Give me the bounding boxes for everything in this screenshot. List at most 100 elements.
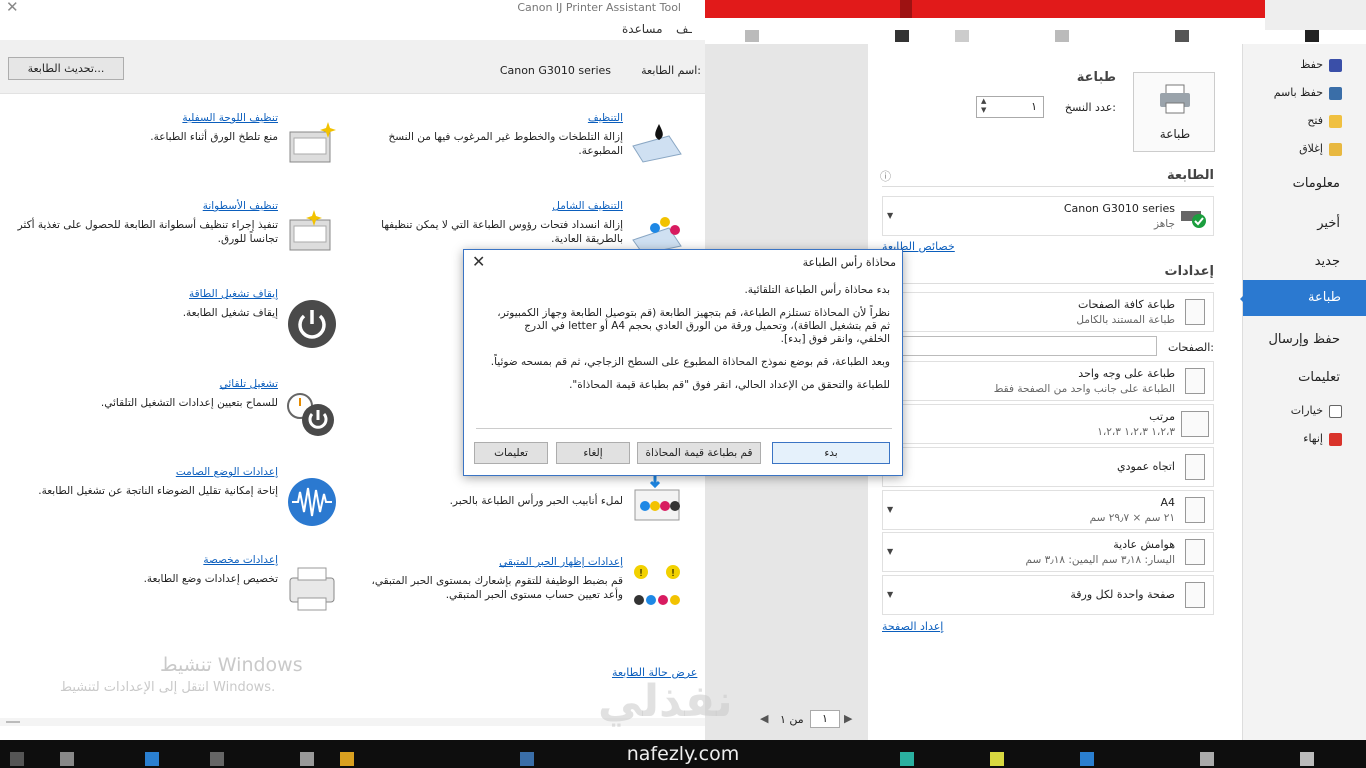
function-title[interactable]: تنظيف اللوحة السفلية [182, 112, 278, 124]
function-custom-settings[interactable]: إعدادات مخصصة تخصيص إعدادات وضع الطابعة. [0, 554, 340, 626]
function-title[interactable]: إعدادات إظهار الحبر المتبقي [499, 556, 623, 568]
quiet-mode-icon [288, 478, 336, 526]
function-ink-level[interactable]: !! إعدادات إظهار الحبر المتبقي قم بضبط ا… [345, 556, 685, 628]
function-title[interactable]: التنظيف [588, 112, 623, 124]
function-quiet-mode[interactable]: إعدادات الوضع الصامت إتاحة إمكانية تقليل… [0, 466, 340, 538]
function-power-off[interactable]: إيقاف تشغيل الطاقة إيقاف تشغيل الطابعة. [0, 288, 340, 360]
power-icon [288, 300, 336, 348]
function-ink-flush[interactable]: لملء أنابيب الحبر ورأس الطباعة بالحبر. [345, 476, 685, 548]
function-auto-power[interactable]: تشغيل تلقائي للسماح بتعيين إعدادات التشغ… [0, 378, 340, 450]
scrollbar-thumb[interactable] [6, 721, 20, 723]
print-alignment-value-button[interactable]: قم بطباعة قيمة المحاذاة [637, 442, 761, 464]
nav-selection-arrow [1240, 290, 1249, 308]
one-sided-icon [1185, 368, 1205, 394]
function-roller[interactable]: تنظيف الأسطوانة تنفيذ إجراء تنظيف أسطوان… [0, 200, 340, 272]
paper-icon [1185, 497, 1205, 523]
nav-save-send[interactable]: حفظ وإرسال [1268, 332, 1340, 347]
copies-input[interactable]: ١ ▲ ▼ [976, 96, 1044, 118]
print-button-label: طباعة [1159, 127, 1191, 141]
margins-dropdown[interactable]: هوامش عادية اليسار: ٣٫١٨ سم اليمين: ٣٫١٨… [882, 532, 1214, 572]
close-icon[interactable]: ✕ [6, 0, 19, 16]
dialog-title: محاذاة رأس الطباعة [802, 256, 896, 269]
nav-save-as[interactable]: حفظ باسم [1274, 86, 1342, 100]
menu-file[interactable]: ـف [676, 22, 692, 36]
info-icon[interactable]: ⓘ [880, 168, 891, 184]
function-desc: إتاحة إمكانية تقليل الضوضاء الناتجة عن ت… [38, 485, 278, 497]
menu-bar: ـف مساعدة [0, 20, 705, 40]
start-button[interactable]: بدء [772, 442, 890, 464]
pages-per-sheet-dropdown[interactable]: صفحة واحدة لكل ورقة ▼ [882, 575, 1214, 615]
function-title[interactable]: إعدادات مخصصة [203, 554, 278, 566]
printer-dropdown[interactable]: Canon G3010 series جاهز ▼ [882, 196, 1214, 236]
help-button[interactable]: تعليمات [474, 442, 548, 464]
printer-heading: الطابعة [1167, 168, 1214, 183]
divider [476, 428, 892, 429]
nav-save[interactable]: حفظ [1300, 58, 1342, 72]
dialog-line: للطباعة والتحقق من الإعداد الحالي، انقر … [569, 379, 890, 391]
orientation-dropdown[interactable]: اتجاه عمودي [882, 447, 1214, 487]
function-desc: منع تلطخ الورق أثناء الطباعة. [150, 131, 278, 143]
ink-level-icon: !! [634, 565, 680, 605]
collated-icon [1181, 411, 1209, 437]
close-document-icon [1329, 142, 1342, 156]
nav-options[interactable]: خيارات [1291, 404, 1342, 418]
function-desc: إزالة انسداد فتحات رؤوس الطباعة التي لا … [381, 219, 623, 245]
print-range-dropdown[interactable]: طباعة كافة الصفحات طباعة المستند بالكامل [882, 292, 1214, 332]
save-icon [1329, 58, 1342, 72]
sides-dropdown[interactable]: طباعة على وجه واحد الطباعة على جانب واحد… [882, 361, 1214, 401]
collation-dropdown[interactable]: مرتب ١،٢،٣ ١،٢،٣ ١،٢،٣ [882, 404, 1214, 444]
printer-name-value: Canon G3010 series [499, 64, 611, 77]
spinner-icon[interactable]: ▲ ▼ [981, 97, 986, 115]
function-cleaning[interactable]: التنظيف إزالة التلطخات والخطوط غير المرغ… [345, 112, 685, 184]
activate-windows-title: تنشيط Windows [160, 654, 303, 676]
settings-heading: إعدادات [1164, 264, 1215, 279]
nav-exit[interactable]: إنهاء [1303, 432, 1342, 446]
function-desc: للسماح بتعيين إعدادات التشغيل التلقائي. [100, 397, 278, 409]
watermark-logo: نفذلي [598, 676, 733, 727]
function-desc: تخصيص إعدادات وضع الطابعة. [143, 573, 278, 585]
next-page-icon[interactable]: ▶ [844, 712, 852, 725]
nav-help[interactable]: تعليمات [1298, 370, 1340, 385]
page-navigator: ◀ من ١ ١ ▶ [760, 710, 860, 730]
function-bottom-plate[interactable]: تنظيف اللوحة السفلية منع تلطخ الورق أثنا… [0, 112, 340, 184]
nav-info[interactable]: معلومات [1293, 176, 1340, 191]
function-title[interactable]: إعدادات الوضع الصامت [176, 466, 278, 478]
function-title[interactable]: تنظيف الأسطوانة [203, 200, 278, 212]
close-icon[interactable]: ✕ [472, 252, 485, 271]
printer-icon [1160, 84, 1190, 114]
options-icon [1329, 404, 1342, 418]
cleaning-icon [632, 124, 682, 163]
nav-print[interactable]: طباعة [1243, 280, 1366, 316]
menu-help[interactable]: مساعدة [622, 22, 663, 36]
page-number-input[interactable]: ١ [810, 710, 840, 728]
previous-page-icon[interactable]: ◀ [760, 712, 768, 725]
cancel-button[interactable]: إلغاء [556, 442, 630, 464]
chevron-down-icon: ▼ [887, 505, 894, 514]
backstage-nav: حفظ حفظ باسم فتح إغلاق معلومات أخير جديد… [1242, 44, 1366, 740]
dialog-body: بدء محاذاة رأس الطباعة التلقائية. نظراً … [490, 284, 890, 392]
pages-input[interactable] [882, 336, 1157, 356]
function-title[interactable]: تشغيل تلقائي [220, 378, 278, 390]
nav-close[interactable]: إغلاق [1299, 142, 1342, 156]
nav-open[interactable]: فتح [1307, 114, 1342, 128]
dialog-line: نظراً لأن المحاذاة تستلزم الطباعة، قم بت… [497, 307, 890, 345]
margins-icon [1185, 539, 1205, 565]
chevron-down-icon: ▼ [887, 590, 894, 599]
portrait-icon [1185, 454, 1205, 480]
printer-status: جاهز [1153, 218, 1175, 230]
function-desc: تنفيذ إجراء تنظيف أسطوانة الطابعة للحصول… [17, 219, 278, 245]
print-button[interactable]: طباعة [1133, 72, 1215, 152]
divider [882, 283, 1214, 284]
dialog-line: وبعد الطباعة، قم بوضع نموذج المحاذاة الم… [490, 356, 890, 368]
update-printer-button[interactable]: تحديث الطابعة... [8, 57, 124, 80]
page-setup-link[interactable]: إعداد الصفحة [882, 620, 943, 633]
function-title[interactable]: التنظيف الشامل [552, 200, 623, 212]
function-desc: إزالة التلطخات والخطوط غير المرغوب فيها … [388, 131, 623, 157]
printer-name: Canon G3010 series [1063, 202, 1175, 215]
nav-new[interactable]: جديد [1315, 254, 1340, 269]
nav-recent[interactable]: أخير [1317, 216, 1340, 231]
function-title[interactable]: إيقاف تشغيل الطاقة [189, 288, 278, 300]
blurred-titlebar [705, 0, 1366, 44]
watermark-url: nafezly.com [626, 743, 740, 765]
paper-size-dropdown[interactable]: A4 ٢١ سم × ٢٩٫٧ سم ▼ [882, 490, 1214, 530]
